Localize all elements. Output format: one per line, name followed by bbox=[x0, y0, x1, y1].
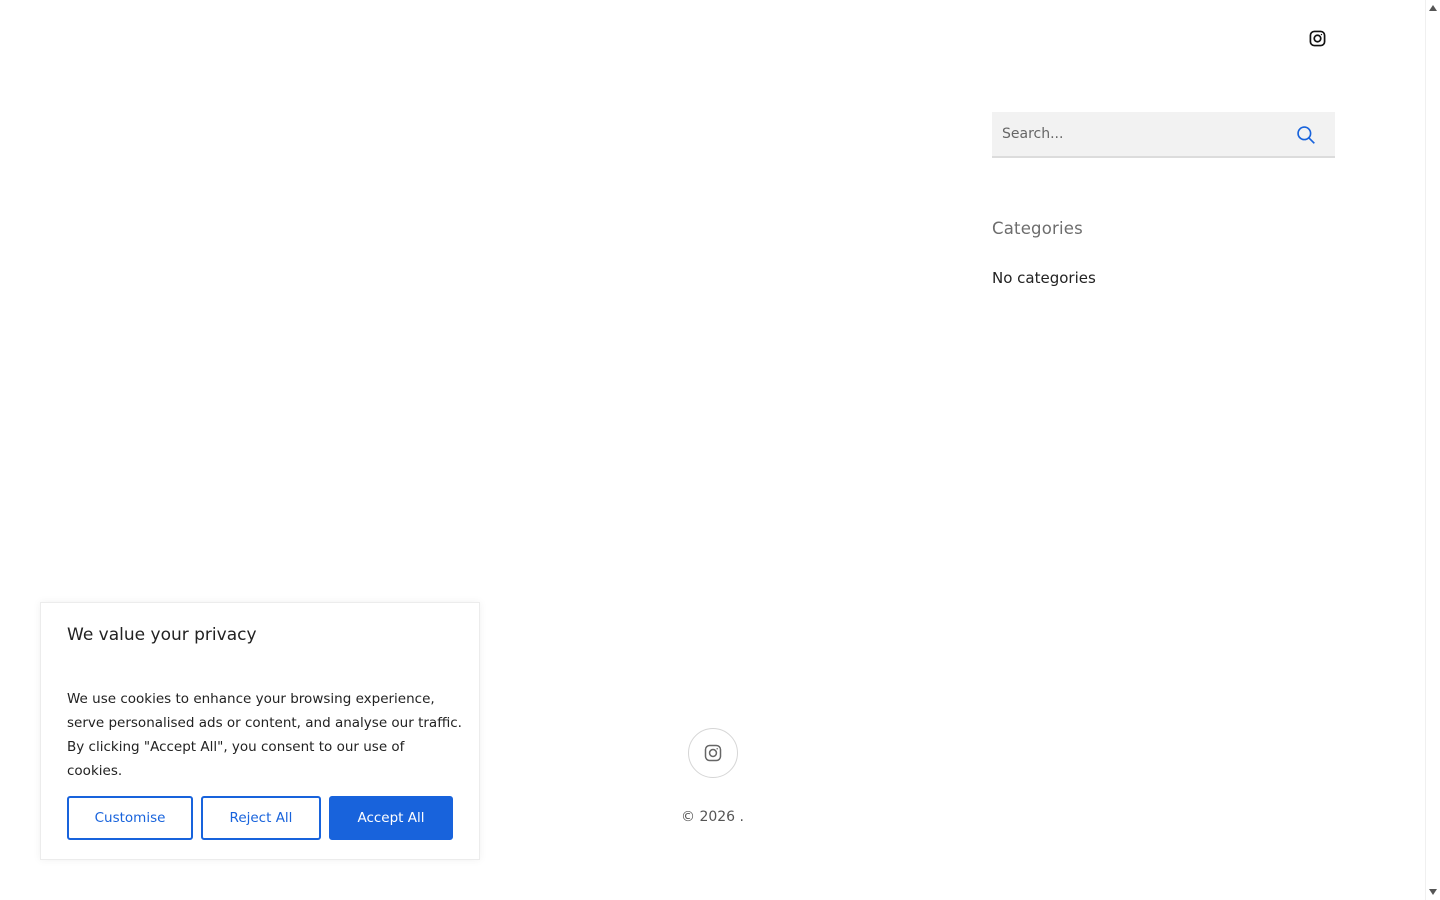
page-scrollbar[interactable] bbox=[1425, 0, 1440, 900]
search-button[interactable] bbox=[1295, 124, 1317, 146]
instagram-icon bbox=[1309, 30, 1325, 46]
cookie-banner-title: We value your privacy bbox=[67, 625, 257, 645]
customise-button[interactable]: Customise bbox=[67, 796, 193, 840]
reject-all-button[interactable]: Reject All bbox=[201, 796, 321, 840]
accept-all-button[interactable]: Accept All bbox=[329, 796, 453, 840]
cookie-banner-text: We use cookies to enhance your browsing … bbox=[67, 691, 462, 779]
header-instagram-link[interactable] bbox=[1305, 26, 1329, 50]
search-form bbox=[992, 112, 1335, 158]
copyright-text: © 2026 . bbox=[681, 809, 744, 825]
search-icon bbox=[1297, 126, 1315, 144]
scroll-up-arrow[interactable] bbox=[1429, 5, 1437, 11]
categories-heading: Categories bbox=[992, 219, 1083, 238]
instagram-icon bbox=[704, 744, 722, 762]
cookie-consent-banner: We value your privacy We use cookies to … bbox=[40, 602, 480, 860]
scroll-down-arrow[interactable] bbox=[1429, 889, 1437, 895]
footer-instagram-link[interactable] bbox=[688, 728, 738, 778]
search-input[interactable] bbox=[992, 112, 1272, 156]
categories-empty-text: No categories bbox=[992, 269, 1096, 287]
